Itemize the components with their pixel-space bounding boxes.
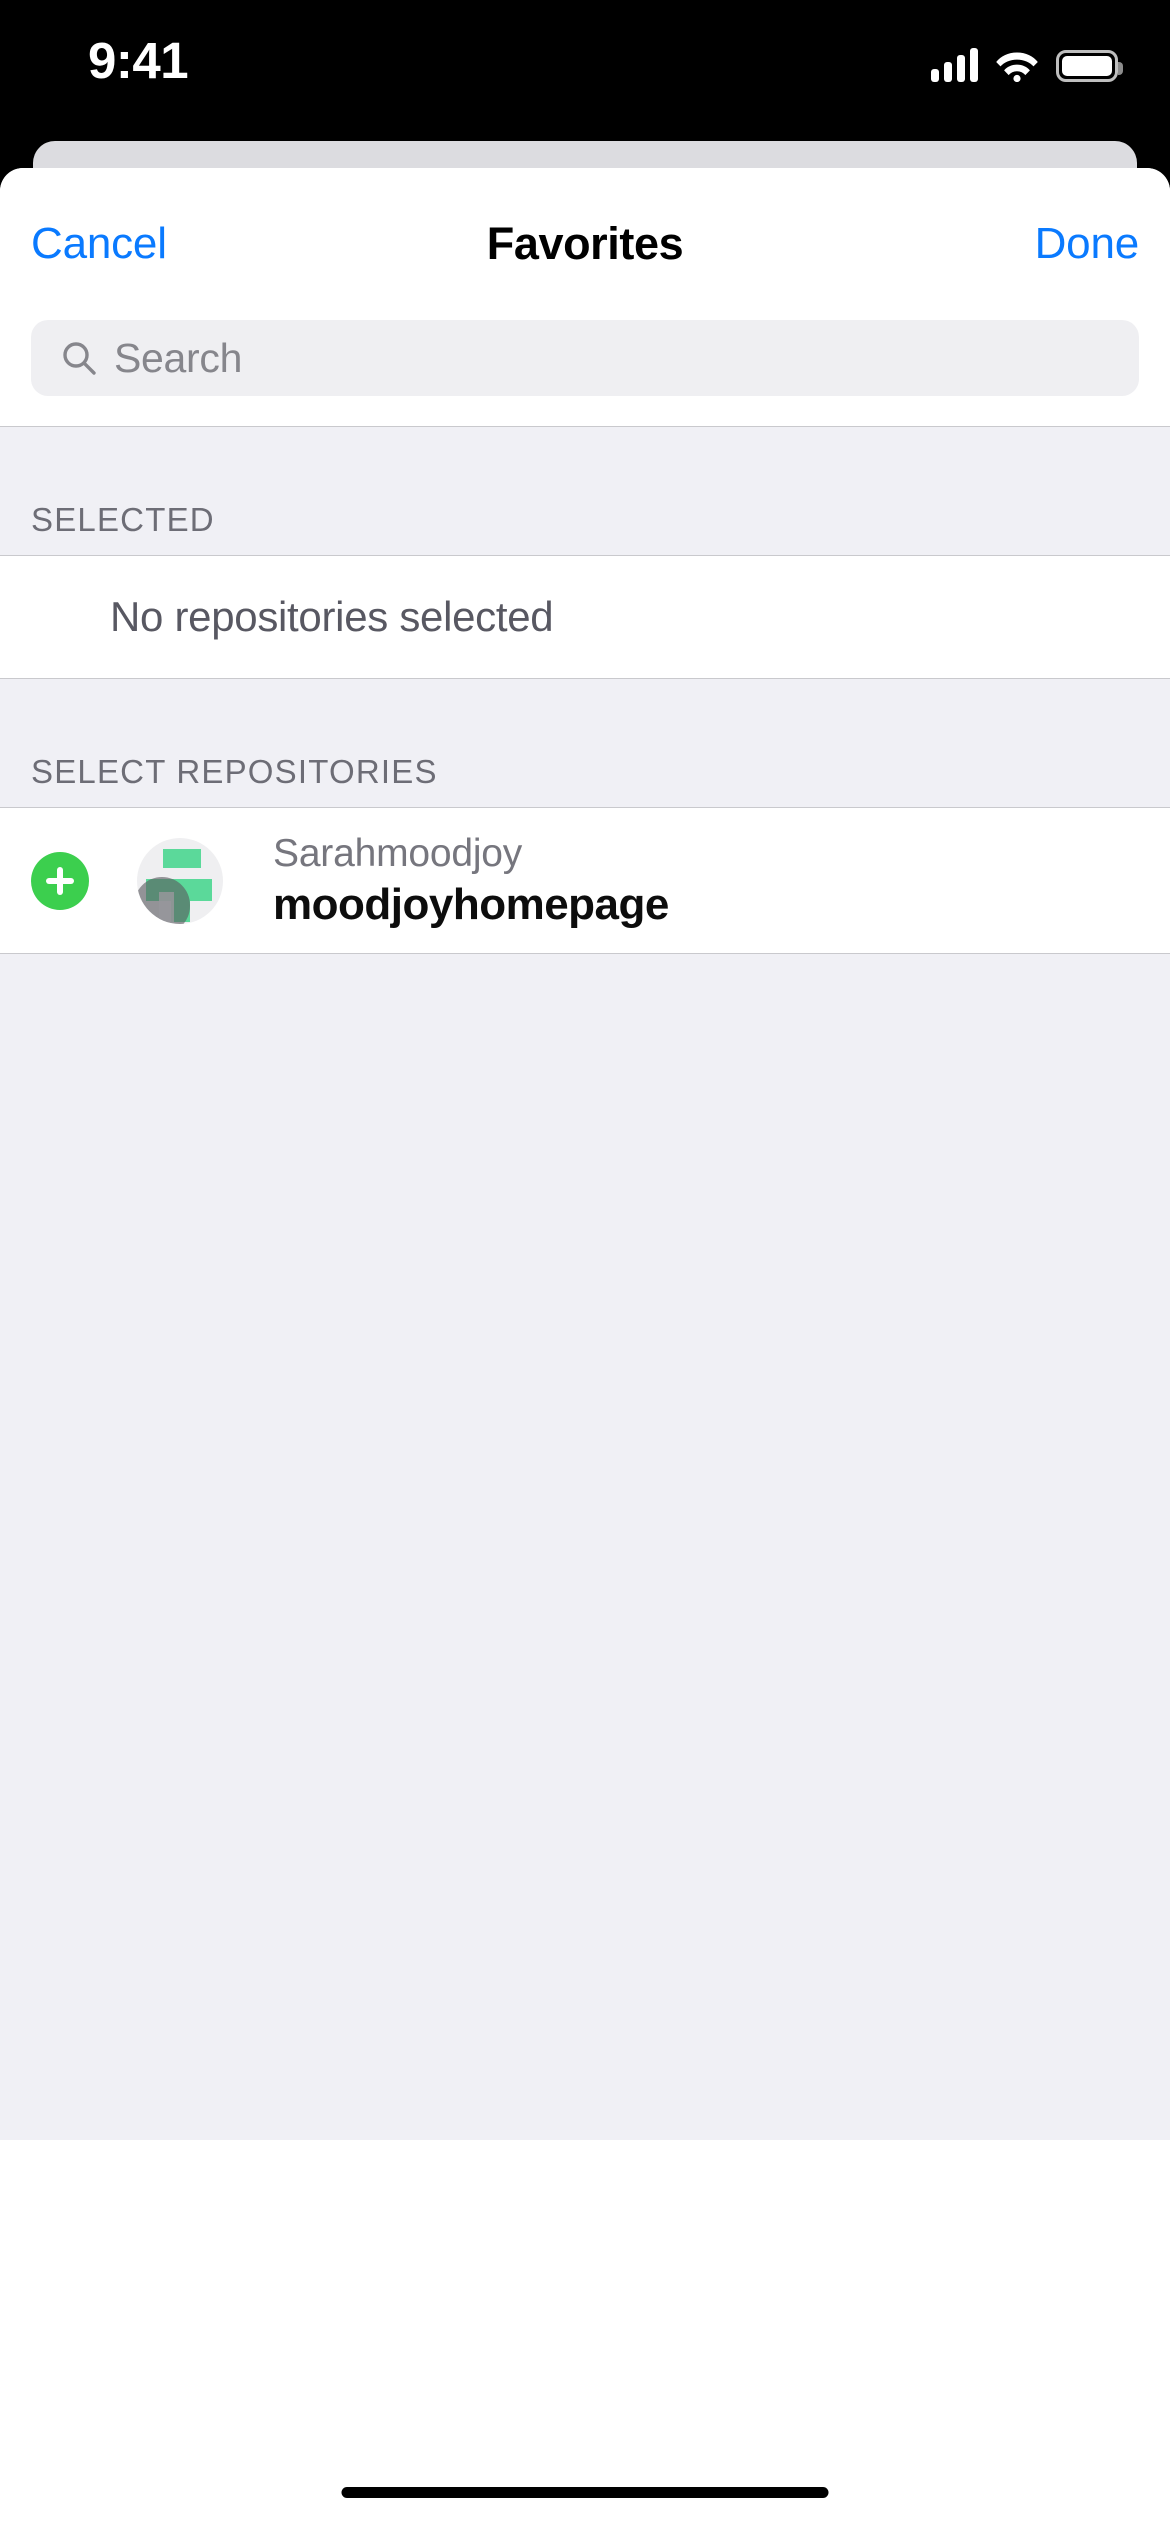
home-indicator[interactable]: [341, 2487, 829, 2498]
repository-name: moodjoyhomepage: [273, 879, 669, 929]
section-header-selected: SELECTED: [0, 427, 1170, 555]
status-bar-icons: [931, 36, 1123, 82]
selected-empty-row: No repositories selected: [0, 556, 1170, 678]
battery-full-icon: [1056, 50, 1123, 82]
search-input[interactable]: Search: [31, 320, 1139, 396]
search-bar-container: Search: [0, 320, 1170, 426]
list-item[interactable]: Sarahmoodjoy moodjoyhomepage: [0, 808, 1170, 953]
search-icon: [63, 341, 96, 375]
list-empty-area: [0, 954, 1170, 2140]
section-header-select-repositories-label: SELECT REPOSITORIES: [31, 753, 438, 790]
favorites-modal-sheet: Cancel Favorites Done Search SELECTED No…: [0, 168, 1170, 2532]
navigation-bar: Cancel Favorites Done: [0, 168, 1170, 320]
section-header-selected-label: SELECTED: [31, 501, 215, 538]
avatar-shape-top: [162, 848, 202, 868]
phone-screen: 9:41 Cancel Favorites Done Search SELECT…: [0, 0, 1170, 2532]
cellular-bars-icon: [931, 48, 978, 82]
plus-circle-icon[interactable]: [31, 851, 89, 910]
avatar-shape-stripe: [159, 891, 174, 924]
repository-avatar-icon: [137, 837, 223, 924]
list-item-text: Sarahmoodjoy moodjoyhomepage: [273, 831, 669, 931]
status-bar-time: 9:41: [88, 31, 189, 89]
selected-empty-message: No repositories selected: [110, 593, 554, 640]
page-title: Favorites: [486, 218, 684, 269]
repository-owner: Sarahmoodjoy: [273, 831, 523, 875]
search-placeholder: Search: [114, 334, 243, 381]
wifi-icon: [996, 52, 1038, 82]
status-bar: 9:41: [0, 0, 1170, 140]
done-button[interactable]: Done: [1035, 168, 1140, 320]
section-header-select-repositories: SELECT REPOSITORIES: [0, 679, 1170, 807]
